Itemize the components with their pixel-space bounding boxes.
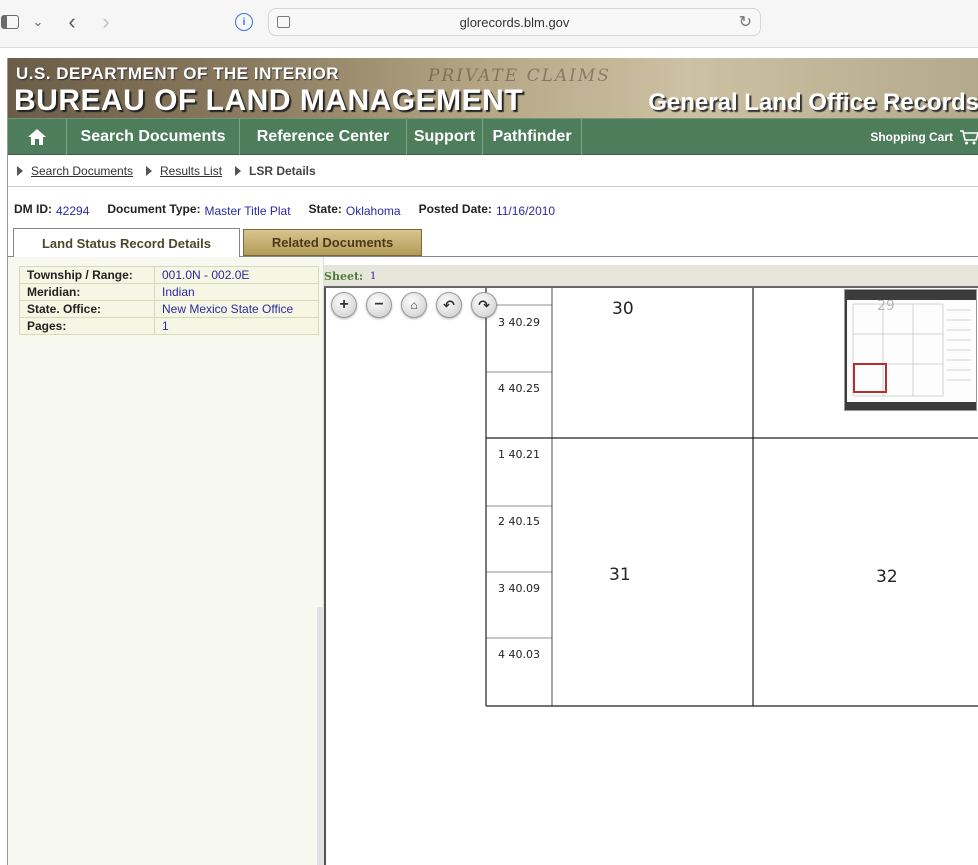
- sheet-bar: Sheet: 1: [324, 265, 978, 288]
- lot-label: 2 40.15: [498, 515, 540, 528]
- back-icon[interactable]: ‹: [62, 9, 82, 34]
- site-banner: PRIVATE CLAIMS U.S. DEPARTMENT OF THE IN…: [8, 58, 978, 118]
- lot-label: 1 40.21: [498, 448, 540, 461]
- details-panel: Township / Range: 001.0N - 002.0E Meridi…: [8, 257, 324, 865]
- lot-label: 4 40.25: [498, 382, 540, 395]
- banner-watermark: PRIVATE CLAIMS: [428, 66, 611, 86]
- minimap-section-number: 29: [877, 300, 895, 314]
- meridian-label: Meridian:: [19, 283, 155, 301]
- url-text: glorecords.blm.gov: [459, 15, 570, 30]
- table-row: Meridian: Indian: [19, 283, 319, 301]
- lot-label: 3 40.09: [498, 582, 540, 595]
- home-view-button[interactable]: ⌂: [401, 292, 427, 318]
- doc-type-label: Document Type:: [107, 202, 201, 216]
- site-title: General Land Office Records: [648, 89, 978, 116]
- bureau-title: BUREAU OF LAND MANAGEMENT: [14, 84, 524, 117]
- address-bar[interactable]: glorecords.blm.gov ↻: [268, 8, 761, 36]
- table-row: State. Office: New Mexico State Office: [19, 300, 319, 318]
- section-number: 32: [876, 567, 898, 587]
- state-office-value: New Mexico State Office: [154, 300, 319, 318]
- rotate-left-icon: ↶: [443, 296, 455, 313]
- rotate-right-button[interactable]: ↷: [471, 292, 497, 318]
- browser-toolbar: ⌄ ‹ › i glorecords.blm.gov ↻: [0, 0, 978, 48]
- lot-label: 4 40.03: [498, 648, 540, 661]
- document-viewer: Sheet: 1 30 31 32 3 40.29 4 40.25 1 40.2…: [324, 265, 978, 865]
- arrow-right-icon: [146, 166, 152, 176]
- sidebar-toggle-icon[interactable]: [0, 10, 22, 34]
- table-row: Pages: 1: [19, 317, 319, 335]
- breadcrumb-results-list[interactable]: Results List: [160, 164, 222, 178]
- township-range-value: 001.0N - 002.0E: [154, 266, 319, 284]
- section-number: 30: [612, 299, 634, 319]
- shopping-cart-label: Shopping Cart: [870, 130, 953, 144]
- details-table: Township / Range: 001.0N - 002.0E Meridi…: [19, 266, 319, 335]
- nav-reference-center[interactable]: Reference Center: [240, 119, 407, 155]
- zoom-in-button[interactable]: +: [331, 292, 357, 318]
- state-office-label: State. Office:: [19, 300, 155, 318]
- tab-bar: Land Status Record Details Related Docum…: [8, 228, 978, 258]
- tab-related-documents[interactable]: Related Documents: [243, 229, 422, 256]
- tab-land-status-details[interactable]: Land Status Record Details: [13, 228, 240, 258]
- meridian-value: Indian: [154, 283, 319, 301]
- shopping-cart-link[interactable]: Shopping Cart: [870, 119, 978, 155]
- table-row: Township / Range: 001.0N - 002.0E: [19, 266, 319, 284]
- pages-label: Pages:: [19, 317, 155, 335]
- zoom-out-button[interactable]: −: [366, 292, 392, 318]
- minus-icon: −: [374, 296, 384, 313]
- cart-icon: [960, 130, 978, 145]
- doc-type-value: Master Title Plat: [204, 204, 291, 218]
- home-icon: ⌂: [410, 298, 418, 312]
- township-range-label: Township / Range:: [19, 266, 155, 284]
- posted-date-value: 11/16/2010: [495, 204, 556, 218]
- breadcrumb-search-documents[interactable]: Search Documents: [31, 164, 133, 178]
- nav-support[interactable]: Support: [407, 119, 483, 155]
- section-number: 31: [609, 565, 631, 585]
- department-title: U.S. DEPARTMENT OF THE INTERIOR: [16, 64, 340, 83]
- panel-scrollbar[interactable]: [317, 607, 324, 865]
- nav-pathfinder[interactable]: Pathfinder: [483, 119, 582, 155]
- arrow-right-icon: [17, 166, 23, 176]
- chevron-down-icon[interactable]: ⌄: [30, 10, 46, 34]
- breadcrumb: Search Documents Results List LSR Detail…: [8, 155, 978, 187]
- pages-value: 1: [154, 317, 319, 335]
- plus-icon: +: [339, 296, 349, 313]
- nav-search-documents[interactable]: Search Documents: [67, 119, 240, 155]
- state-value: Oklahoma: [345, 204, 401, 218]
- breadcrumb-item: LSR Details: [235, 164, 316, 178]
- breadcrumb-current: LSR Details: [249, 164, 316, 178]
- navigator-minimap[interactable]: 29: [844, 289, 977, 411]
- sheet-label: Sheet:: [324, 270, 364, 283]
- plat-image[interactable]: 30 31 32 3 40.29 4 40.25 1 40.21 2 40.15…: [324, 288, 978, 865]
- breadcrumb-item: Search Documents: [17, 164, 133, 178]
- web-page: PRIVATE CLAIMS U.S. DEPARTMENT OF THE IN…: [7, 58, 978, 865]
- lot-label: 3 40.29: [498, 316, 540, 329]
- breadcrumb-item: Results List: [146, 164, 222, 178]
- state-label: State:: [308, 202, 342, 216]
- main-nav: Search Documents Reference Center Suppor…: [8, 118, 978, 155]
- reload-icon[interactable]: ↻: [739, 12, 752, 32]
- arrow-right-icon: [235, 166, 241, 176]
- dm-id-label: DM ID:: [14, 202, 52, 216]
- privacy-report-icon[interactable]: i: [235, 13, 253, 31]
- rotate-left-button[interactable]: ↶: [436, 292, 462, 318]
- document-meta: DM ID: 42294 Document Type: Master Title…: [14, 202, 573, 218]
- home-icon: [28, 129, 46, 145]
- minimap-viewport[interactable]: [853, 363, 887, 393]
- forward-icon[interactable]: ›: [96, 9, 116, 34]
- posted-date-label: Posted Date:: [418, 202, 492, 216]
- sheet-value: 1: [370, 271, 377, 282]
- rotate-right-icon: ↷: [478, 296, 490, 313]
- dm-id-value: 42294: [56, 204, 90, 218]
- home-button[interactable]: [8, 119, 67, 155]
